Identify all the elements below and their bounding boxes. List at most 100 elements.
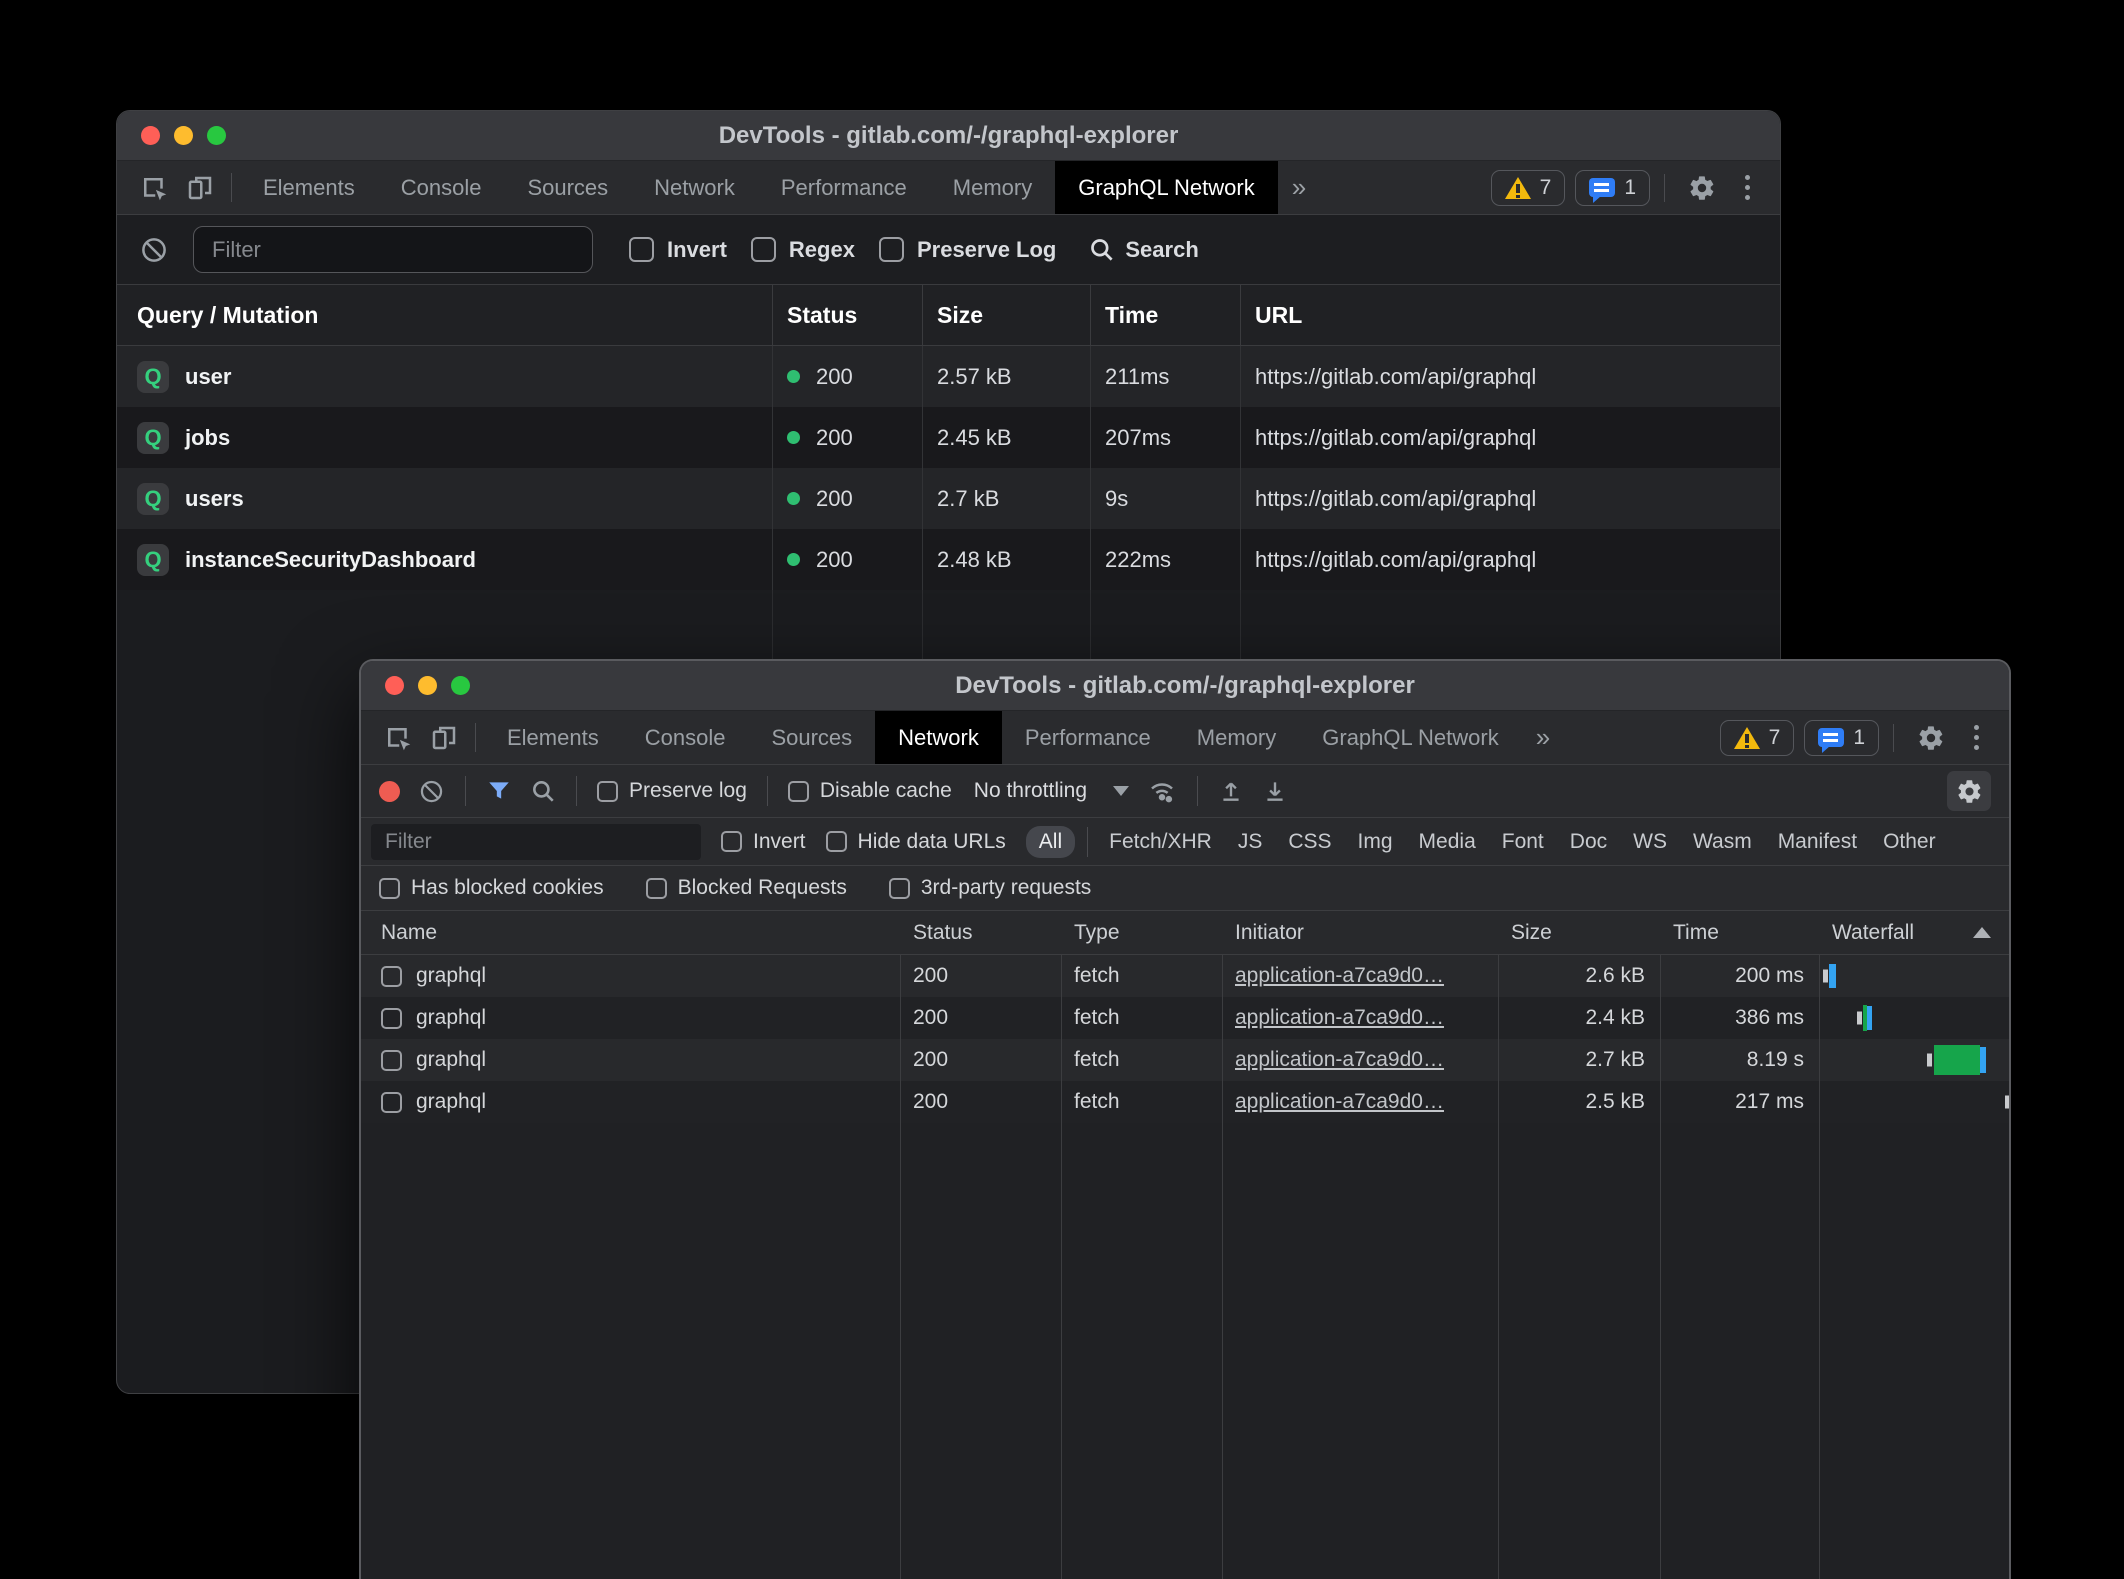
export-har-icon[interactable] (1262, 778, 1288, 804)
zoom-window-button[interactable] (451, 676, 470, 695)
col-type[interactable]: Type (1061, 911, 1222, 954)
checkbox[interactable] (788, 781, 809, 802)
tab-network[interactable]: Network (631, 161, 758, 214)
zoom-window-button[interactable] (207, 126, 226, 145)
checkbox[interactable] (879, 237, 904, 262)
checkbox[interactable] (721, 831, 742, 852)
inspect-element-icon[interactable] (375, 711, 421, 764)
initiator-link[interactable]: application-a7ca9d0… (1235, 1048, 1444, 1072)
type-chip-all[interactable]: All (1026, 826, 1075, 858)
more-tabs-icon[interactable]: » (1522, 711, 1564, 764)
close-window-button[interactable] (385, 676, 404, 695)
issues-badge[interactable]: 1 (1575, 170, 1650, 206)
preserve-log-checkbox[interactable]: Preserve log (597, 779, 747, 803)
col-name[interactable]: Name (361, 911, 900, 954)
regex-checkbox[interactable]: Regex (751, 237, 855, 263)
checkbox[interactable] (646, 878, 667, 899)
checkbox[interactable] (889, 878, 910, 899)
tab-console[interactable]: Console (622, 711, 749, 764)
device-toolbar-icon[interactable] (177, 161, 223, 214)
tab-performance[interactable]: Performance (1002, 711, 1174, 764)
checkbox[interactable] (597, 781, 618, 802)
invert-checkbox[interactable]: Invert (629, 237, 727, 263)
search-button[interactable]: Search (1088, 236, 1198, 263)
col-status[interactable]: Status (900, 911, 1061, 954)
more-options-icon[interactable] (1964, 725, 1989, 750)
row-checkbox[interactable] (381, 1092, 402, 1113)
request-row[interactable]: graphql 200 fetch application-a7ca9d0… 2… (361, 1039, 2009, 1081)
close-window-button[interactable] (141, 126, 160, 145)
hide-data-urls-checkbox[interactable]: Hide data URLs (826, 830, 1006, 854)
has-blocked-cookies-checkbox[interactable]: Has blocked cookies (379, 876, 604, 900)
tab-sources[interactable]: Sources (504, 161, 631, 214)
settings-gear-icon[interactable] (1908, 724, 1954, 752)
more-tabs-icon[interactable]: » (1278, 161, 1320, 214)
query-row[interactable]: Q jobs 2002.45 kB207mshttps://gitlab.com… (117, 407, 1780, 468)
initiator-link[interactable]: application-a7ca9d0… (1235, 1006, 1444, 1030)
network-conditions-icon[interactable] (1147, 776, 1177, 806)
more-options-icon[interactable] (1735, 175, 1760, 200)
disable-cache-checkbox[interactable]: Disable cache (788, 779, 952, 803)
warnings-badge[interactable]: 7 (1720, 720, 1795, 756)
type-chip-manifest[interactable]: Manifest (1765, 826, 1870, 858)
type-chip-css[interactable]: CSS (1275, 826, 1344, 858)
initiator-link[interactable]: application-a7ca9d0… (1235, 964, 1444, 988)
filter-funnel-icon[interactable] (486, 778, 512, 804)
col-size[interactable]: Size (922, 285, 1090, 345)
col-size[interactable]: Size (1498, 911, 1660, 954)
tab-performance[interactable]: Performance (758, 161, 930, 214)
query-row[interactable]: Q user 2002.57 kB211mshttps://gitlab.com… (117, 346, 1780, 407)
col-time[interactable]: Time (1090, 285, 1240, 345)
block-icon[interactable] (139, 235, 169, 265)
filter-input[interactable] (193, 226, 593, 273)
checkbox[interactable] (826, 831, 847, 852)
inspect-element-icon[interactable] (131, 161, 177, 214)
device-toolbar-icon[interactable] (421, 711, 467, 764)
network-settings-gear-icon[interactable] (1947, 771, 1991, 811)
tab-elements[interactable]: Elements (484, 711, 622, 764)
import-har-icon[interactable] (1218, 778, 1244, 804)
type-chip-media[interactable]: Media (1406, 826, 1489, 858)
clear-icon[interactable] (418, 778, 445, 805)
type-chip-other[interactable]: Other (1870, 826, 1949, 858)
col-query-mutation[interactable]: Query / Mutation (117, 285, 772, 345)
col-url[interactable]: URL (1240, 285, 1780, 345)
type-chip-font[interactable]: Font (1489, 826, 1557, 858)
record-button[interactable] (379, 781, 400, 802)
tab-memory[interactable]: Memory (930, 161, 1055, 214)
search-icon[interactable] (530, 778, 556, 804)
request-row[interactable]: graphql 200 fetch application-a7ca9d0… 2… (361, 1081, 2009, 1123)
query-row[interactable]: Q users 2002.7 kB9shttps://gitlab.com/ap… (117, 468, 1780, 529)
type-chip-js[interactable]: JS (1225, 826, 1276, 858)
col-waterfall[interactable]: Waterfall (1819, 911, 2009, 954)
tab-sources[interactable]: Sources (748, 711, 875, 764)
type-chip-img[interactable]: Img (1345, 826, 1406, 858)
tab-memory[interactable]: Memory (1174, 711, 1299, 764)
invert-checkbox[interactable]: Invert (721, 830, 806, 854)
type-chip-wasm[interactable]: Wasm (1680, 826, 1765, 858)
row-checkbox[interactable] (381, 966, 402, 987)
warnings-badge[interactable]: 7 (1491, 170, 1566, 206)
initiator-link[interactable]: application-a7ca9d0… (1235, 1090, 1444, 1114)
row-checkbox[interactable] (381, 1008, 402, 1029)
blocked-requests-checkbox[interactable]: Blocked Requests (646, 876, 847, 900)
minimize-window-button[interactable] (418, 676, 437, 695)
checkbox[interactable] (751, 237, 776, 262)
tab-console[interactable]: Console (378, 161, 505, 214)
col-status[interactable]: Status (772, 285, 922, 345)
type-chip-doc[interactable]: Doc (1557, 826, 1620, 858)
minimize-window-button[interactable] (174, 126, 193, 145)
throttling-select[interactable]: No throttling (974, 779, 1129, 803)
third-party-requests-checkbox[interactable]: 3rd-party requests (889, 876, 1091, 900)
type-chip-fetch-xhr[interactable]: Fetch/XHR (1096, 826, 1225, 858)
tab-elements[interactable]: Elements (240, 161, 378, 214)
checkbox[interactable] (629, 237, 654, 262)
checkbox[interactable] (379, 878, 400, 899)
settings-gear-icon[interactable] (1679, 174, 1725, 202)
type-chip-ws[interactable]: WS (1620, 826, 1680, 858)
query-row[interactable]: Q instanceSecurityDashboard 2002.48 kB22… (117, 529, 1780, 590)
row-checkbox[interactable] (381, 1050, 402, 1071)
tab-graphql-network[interactable]: GraphQL Network (1055, 161, 1277, 214)
request-row[interactable]: graphql 200 fetch application-a7ca9d0… 2… (361, 955, 2009, 997)
issues-badge[interactable]: 1 (1804, 720, 1879, 756)
